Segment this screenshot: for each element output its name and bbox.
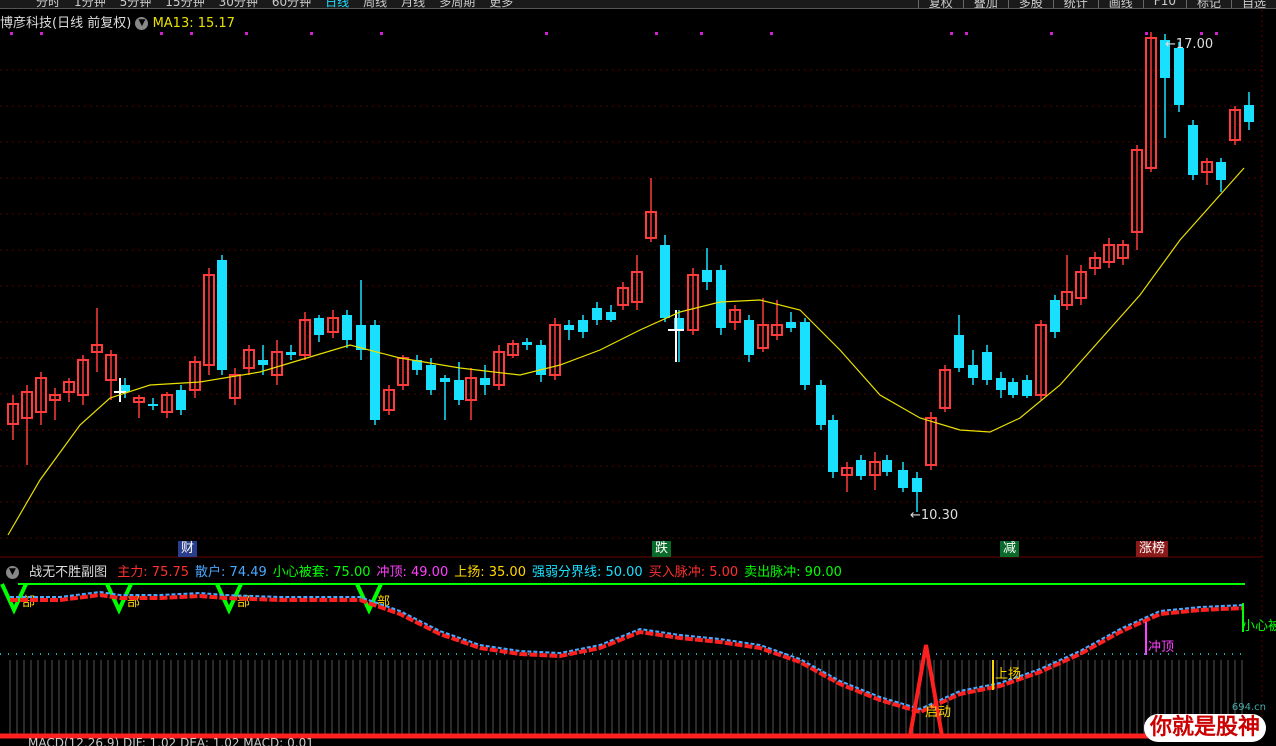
candle-body: [564, 325, 574, 330]
marker-dot: [10, 32, 13, 35]
marker-dot: [160, 32, 163, 35]
watermark-text: 你就是股神: [1144, 714, 1267, 742]
marker-dot: [655, 32, 658, 35]
candle-body: [120, 385, 130, 392]
high-price-label: ←17.00: [1165, 37, 1213, 52]
marker-dot: [700, 32, 703, 35]
candle-body: [440, 378, 450, 382]
marker-dot: [190, 32, 193, 35]
marker-dot: [950, 32, 953, 35]
sub-panel-header: ▼ 战无不胜副图 主力: 75.75 散户: 74.49 小心被套: 75.00 冲顶…: [6, 561, 854, 580]
buy-pulse-spike: [908, 644, 944, 737]
candle-body: [426, 365, 436, 390]
indicator-6: 买入脉冲: 5.00: [648, 565, 739, 580]
candle-body: [800, 322, 810, 385]
candle-body: [454, 380, 464, 400]
chart-canvas[interactable]: ←17.00←10.30部部部部启动上扬冲顶小心被: [0, 0, 1276, 746]
macd-header: MACD(12,26,9) DIF: 1.02 DEA: 1.02 MACD: …: [28, 736, 314, 746]
event-label-zhangbang[interactable]: 涨榜: [1136, 541, 1169, 557]
candle-body: [1008, 382, 1018, 395]
candle-body: [592, 308, 602, 320]
indicator-values: 主力: 75.75 散户: 74.49 小心被套: 75.00 冲顶: 49.00 上扬…: [117, 565, 848, 580]
indicator-3: 冲顶: 49.00: [376, 565, 449, 580]
candle-body: [286, 352, 296, 355]
candle-body: [912, 478, 922, 492]
candle-body: [1244, 105, 1254, 122]
candle-body: [522, 342, 532, 345]
candle-body: [258, 360, 268, 365]
marker-dot: [1200, 32, 1203, 35]
marker-dot: [310, 32, 313, 35]
indicator-5: 强弱分界线: 50.00: [531, 565, 643, 580]
candle-body: [1022, 380, 1032, 396]
candle-body: [996, 378, 1006, 390]
indicator-0: 主力: 75.75: [117, 565, 190, 580]
watermark-site: 694.cn: [1231, 702, 1266, 713]
dropdown-icon[interactable]: ▼: [6, 566, 19, 579]
candle-body: [480, 378, 490, 385]
candle-body: [702, 270, 712, 282]
marker-dot: [40, 32, 43, 35]
candle-body: [716, 270, 726, 328]
start-label: 启动: [925, 705, 951, 720]
candle-body: [1174, 48, 1184, 105]
indicator-2: 小心被套: 75.00: [272, 565, 371, 580]
retail-line: [10, 590, 1245, 711]
candle-body: [1216, 162, 1226, 180]
top-label: 冲顶: [1148, 640, 1174, 655]
candle-body: [816, 385, 826, 425]
marker-dot: [965, 32, 968, 35]
candle-body: [968, 365, 978, 378]
rise-label: 上扬: [995, 667, 1021, 682]
candle-body: [370, 325, 380, 420]
candle-body: [217, 260, 227, 370]
event-label-cai[interactable]: 财: [178, 541, 198, 557]
sub-panel-title: 战无不胜副图: [29, 565, 108, 580]
candle-body: [786, 322, 796, 328]
candle-body: [882, 460, 892, 472]
indicator-1: 散户: 74.49: [195, 565, 267, 580]
marker-dot: [1145, 32, 1148, 35]
candle-body: [744, 320, 754, 355]
event-label-die[interactable]: 跌: [652, 541, 672, 557]
candle-body: [606, 312, 616, 320]
candle-body: [898, 470, 908, 488]
candle-body: [1188, 125, 1198, 175]
caution-label: 小心被: [1242, 619, 1276, 634]
candle-body: [856, 460, 866, 476]
low-price-label: ←10.30: [910, 508, 958, 523]
marker-dot: [1215, 32, 1218, 35]
event-label-jian[interactable]: 减: [1000, 541, 1020, 557]
marker-dot: [545, 32, 548, 35]
candle-body: [660, 245, 670, 318]
candle-body: [314, 318, 324, 335]
main-force-line: [10, 592, 1245, 715]
marker-dot: [770, 32, 773, 35]
indicator-4: 上扬: 35.00: [454, 565, 526, 580]
candle-body: [1050, 300, 1060, 332]
candle-body: [148, 404, 158, 406]
candle-body: [176, 390, 186, 410]
candle-body: [342, 315, 352, 340]
candle-body: [828, 420, 838, 472]
marker-dot: [1050, 32, 1053, 35]
candle-body: [356, 325, 366, 350]
ma13-line: [7, 167, 1245, 536]
marker-dot: [245, 32, 248, 35]
candle-body: [578, 320, 588, 332]
marker-dot: [380, 32, 383, 35]
watermark-logo: 你就是股神 694.cn: [1120, 702, 1270, 746]
indicator-7: 卖出脉冲: 90.00: [744, 565, 842, 580]
candle-body: [954, 335, 964, 368]
candle-body: [982, 352, 992, 380]
